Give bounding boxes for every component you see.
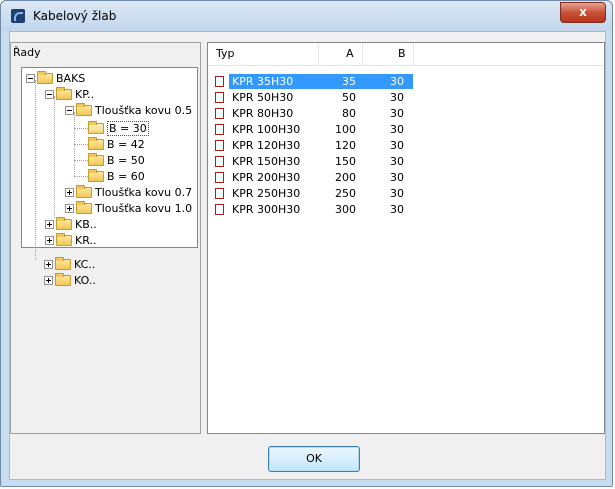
folder-icon — [76, 102, 92, 116]
table-row[interactable]: KPR 50H30 50 30 — [208, 90, 413, 106]
table-row[interactable]: KPR 120H30 120 30 — [208, 138, 413, 154]
row-checkbox[interactable] — [215, 156, 224, 167]
row-checkbox[interactable] — [215, 188, 224, 199]
folder-icon — [76, 200, 92, 214]
expand-icon[interactable] — [45, 219, 54, 229]
list-header: Typ A B — [208, 43, 604, 66]
expand-icon[interactable] — [65, 187, 74, 197]
series-group: Řady BAKS KP.. Tloušťka kovu 0.5 B = 30 … — [10, 42, 201, 434]
table-row[interactable]: KPR 80H30 80 30 — [208, 106, 413, 122]
tree-node-kp[interactable]: KP.. — [45, 86, 94, 102]
folder-icon — [55, 256, 71, 270]
folder-open-icon — [88, 120, 104, 134]
table-row[interactable]: KPR 250H30 250 30 — [208, 186, 413, 202]
series-label: Řady — [13, 46, 41, 59]
table-row[interactable]: KPR 100H30 100 30 — [208, 122, 413, 138]
row-checkbox[interactable] — [215, 108, 224, 119]
app-icon — [11, 9, 25, 23]
tree-node-thickness-10[interactable]: Tloušťka kovu 1.0 — [65, 200, 192, 216]
row-checkbox[interactable] — [215, 124, 224, 135]
folder-icon — [56, 232, 72, 246]
tree-node-thickness-05[interactable]: Tloušťka kovu 0.5 — [65, 102, 192, 118]
table-row[interactable]: KPR 300H30 300 30 — [208, 202, 413, 218]
tree-node-b42[interactable]: B = 42 — [88, 136, 145, 152]
folder-icon — [55, 272, 71, 286]
tree-node-b50[interactable]: B = 50 — [88, 152, 145, 168]
tree-node-kb[interactable]: KB.. — [45, 216, 97, 232]
row-checkbox[interactable] — [215, 92, 224, 103]
folder-icon — [88, 152, 104, 166]
dialog-body: Řady BAKS KP.. Tloušťka kovu 0.5 B = 30 … — [9, 31, 606, 480]
row-checkbox[interactable] — [215, 76, 224, 87]
collapse-icon[interactable] — [65, 105, 74, 115]
column-header-a[interactable]: A — [346, 43, 354, 65]
folder-icon — [56, 216, 72, 230]
expand-icon[interactable] — [65, 203, 74, 213]
column-header-b[interactable]: B — [398, 43, 406, 65]
ok-button[interactable]: OK — [268, 446, 360, 472]
tree-node-baks[interactable]: BAKS — [26, 70, 85, 86]
close-button[interactable]: x — [560, 2, 606, 23]
folder-icon — [37, 70, 53, 84]
tree-node-b30[interactable]: B = 30 — [88, 120, 149, 136]
collapse-icon[interactable] — [26, 73, 35, 83]
tree-node-thickness-07[interactable]: Tloušťka kovu 0.7 — [65, 184, 192, 200]
title-bar[interactable]: Kabelový žlab x — [1, 1, 612, 31]
row-checkbox[interactable] — [215, 172, 224, 183]
expand-icon[interactable] — [44, 275, 53, 285]
table-row[interactable]: KPR 150H30 150 30 — [208, 154, 413, 170]
folder-icon — [76, 184, 92, 198]
tree-node-ko[interactable]: KO.. — [44, 272, 96, 288]
tree-node-kc[interactable]: KC.. — [44, 256, 95, 272]
window-title: Kabelový žlab — [33, 9, 117, 23]
row-checkbox[interactable] — [215, 140, 224, 151]
expand-icon[interactable] — [44, 259, 53, 269]
folder-icon — [88, 168, 104, 182]
column-header-typ[interactable]: Typ — [216, 43, 235, 65]
items-list[interactable]: Typ A B KPR 35H30 35 30 KPR 50H30 50 30 — [207, 42, 605, 434]
tree-node-b60[interactable]: B = 60 — [88, 168, 145, 184]
row-checkbox[interactable] — [215, 204, 224, 215]
table-row[interactable]: KPR 35H30 35 30 — [208, 74, 413, 90]
tree-node-kr[interactable]: KR.. — [45, 232, 96, 248]
expand-icon[interactable] — [45, 235, 54, 245]
table-row[interactable]: KPR 200H30 200 30 — [208, 170, 413, 186]
series-tree[interactable]: BAKS KP.. Tloušťka kovu 0.5 B = 30 B = 4… — [21, 67, 198, 260]
folder-icon — [88, 136, 104, 150]
collapse-icon[interactable] — [45, 89, 54, 99]
dialog-window: Kabelový žlab x Řady BAKS KP.. Tloušťka … — [0, 0, 613, 487]
folder-icon — [56, 86, 72, 100]
